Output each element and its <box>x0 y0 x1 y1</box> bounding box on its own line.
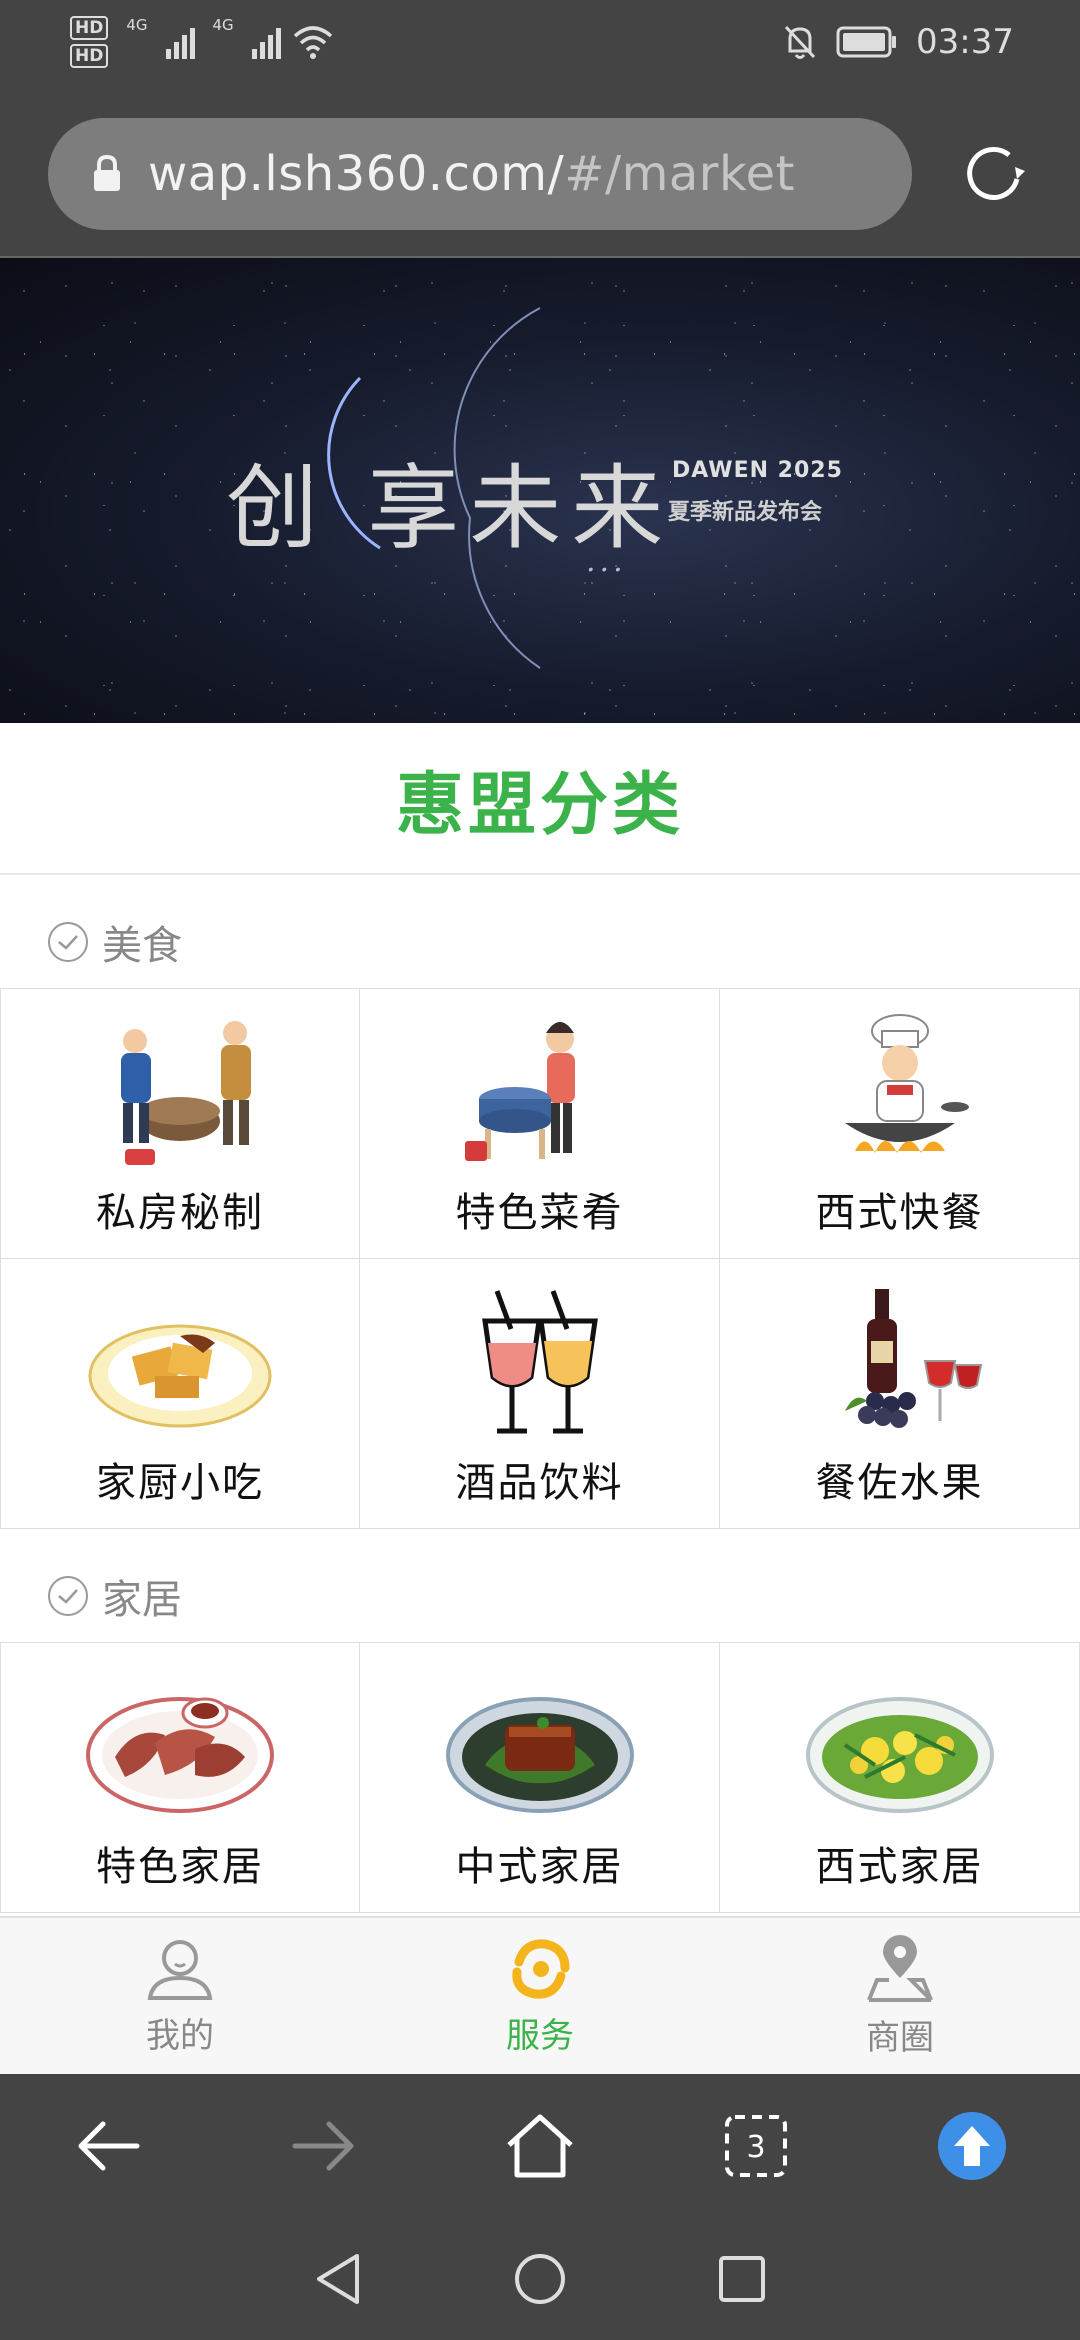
check-circle-icon <box>48 922 88 962</box>
status-bar: HD HD 4G 4G 03:37 <box>0 0 1080 100</box>
grid-item-label: 酒品饮料 <box>455 1460 624 1506</box>
address-area: wap.lsh360.com/#/market <box>0 100 1080 258</box>
category-name: 家居 <box>102 1577 182 1623</box>
grid-item-label: 西式快餐 <box>815 1190 984 1236</box>
forward-button[interactable] <box>269 2091 379 2201</box>
grid-item-label: 家厨小吃 <box>96 1460 264 1506</box>
grid-item-label: 私房秘制 <box>96 1190 264 1236</box>
url-host: wap.lsh360.com/ <box>148 146 565 202</box>
url-bar[interactable]: wap.lsh360.com/#/market <box>48 118 912 230</box>
category-label-food: 美食 <box>48 910 182 974</box>
tab-service[interactable]: 服务 <box>360 1918 720 2074</box>
browser-screen: HD HD 4G 4G 03:37 wap.lsh360.com/#/marke… <box>0 0 1080 2340</box>
arrow-up-icon <box>938 2112 1006 2180</box>
category-label-home: 家居 <box>48 1564 182 1628</box>
category-name: 美食 <box>102 923 182 969</box>
url-text: wap.lsh360.com/#/market <box>148 146 795 202</box>
tab-label: 商圈 <box>866 2017 934 2058</box>
food-grid: 私房秘制 特色菜肴 西式快餐 家厨小吃 酒品饮料 餐佐水果 <box>0 988 1080 1529</box>
network-type: 4G <box>212 16 234 34</box>
back-triangle-icon[interactable] <box>313 2252 363 2306</box>
arrow-left-icon <box>78 2121 140 2171</box>
signal-icon <box>251 25 281 59</box>
system-nav-bar <box>0 2218 1080 2340</box>
grid-item-fruit[interactable]: 餐佐水果 <box>720 1259 1080 1529</box>
upload-button[interactable] <box>917 2091 1027 2201</box>
banner-script: ... <box>586 544 627 579</box>
grid-item-label: 餐佐水果 <box>815 1460 984 1506</box>
tab-mine[interactable]: 我的 <box>0 1918 360 2074</box>
grid-item-home-snack[interactable]: 家厨小吃 <box>0 1259 360 1529</box>
home-grid: 特色家居 中式家居 西式家居 <box>0 1642 1080 1913</box>
arrow-right-icon <box>292 2121 354 2171</box>
grid-item-western-home[interactable]: 西式家居 <box>720 1643 1080 1913</box>
home-icon <box>507 2114 573 2178</box>
clock: 03:37 <box>916 22 1014 62</box>
tab-label: 我的 <box>146 2015 214 2056</box>
tab-count: 3 <box>746 2129 766 2165</box>
status-left: HD HD 4G 4G <box>70 16 335 68</box>
promo-banner[interactable]: 创 享未来 DAWEN 2025 夏季新品发布会 ... <box>0 258 1080 723</box>
drinks-icon <box>440 1276 640 1446</box>
bottom-tab-bar: 我的 服务 商圈 <box>0 1916 1080 2074</box>
map-pin-icon <box>867 1934 933 2002</box>
braised-pork-icon <box>440 1660 640 1830</box>
url-path: #/market <box>564 146 795 202</box>
signal-icon <box>165 25 195 59</box>
recents-square-icon[interactable] <box>717 2254 767 2304</box>
grid-item-label: 特色家居 <box>96 1844 264 1890</box>
grid-item-label: 西式家居 <box>815 1844 984 1890</box>
hd-badge: HD <box>70 44 109 68</box>
banner-brand: DAWEN 2025 <box>672 458 843 483</box>
wifi-icon <box>293 26 332 59</box>
grid-item-private-recipe[interactable]: 私房秘制 <box>0 989 360 1259</box>
hd-badge: HD <box>70 16 109 40</box>
battery-icon <box>836 26 897 58</box>
meat-plate-icon <box>80 1660 280 1830</box>
tab-business-district[interactable]: 商圈 <box>720 1918 1080 2074</box>
status-right: 03:37 <box>782 22 1014 62</box>
grid-item-chinese-home[interactable]: 中式家居 <box>360 1643 720 1913</box>
lock-icon <box>94 155 120 191</box>
grinding-icon <box>440 1006 640 1176</box>
check-circle-icon <box>48 1576 88 1616</box>
grid-item-label: 特色菜肴 <box>455 1190 624 1236</box>
wine-grapes-icon <box>800 1276 1000 1446</box>
banner-subtitle: 夏季新品发布会 <box>668 500 823 525</box>
home-button[interactable] <box>485 2091 595 2201</box>
bell-off-icon <box>784 25 816 59</box>
grid-item-label: 中式家居 <box>455 1844 624 1890</box>
egg-dish-icon <box>800 1660 1000 1830</box>
user-icon <box>147 1939 213 2000</box>
hd-indicators: HD HD <box>70 16 109 68</box>
browser-toolbar: 3 <box>0 2074 1080 2218</box>
home-circle-icon[interactable] <box>513 2252 567 2306</box>
grid-item-drinks[interactable]: 酒品饮料 <box>360 1259 720 1529</box>
grid-item-western-fastfood[interactable]: 西式快餐 <box>720 989 1080 1259</box>
chef-icon <box>800 1006 1000 1176</box>
back-button[interactable] <box>53 2091 163 2201</box>
refresh-icon <box>967 146 1025 200</box>
network-type: 4G <box>126 16 148 34</box>
refresh-button[interactable] <box>938 118 1050 230</box>
page-title: 惠盟分类 <box>0 723 1080 875</box>
tabs-button[interactable]: 3 <box>701 2091 811 2201</box>
cooks-icon <box>80 1006 280 1176</box>
grid-item-specialty-dish[interactable]: 特色菜肴 <box>360 989 720 1259</box>
tab-label: 服务 <box>506 2015 574 2056</box>
snack-plate-icon <box>80 1276 280 1446</box>
grid-item-special-home[interactable]: 特色家居 <box>0 1643 360 1913</box>
service-swirl-icon <box>512 1938 570 1999</box>
